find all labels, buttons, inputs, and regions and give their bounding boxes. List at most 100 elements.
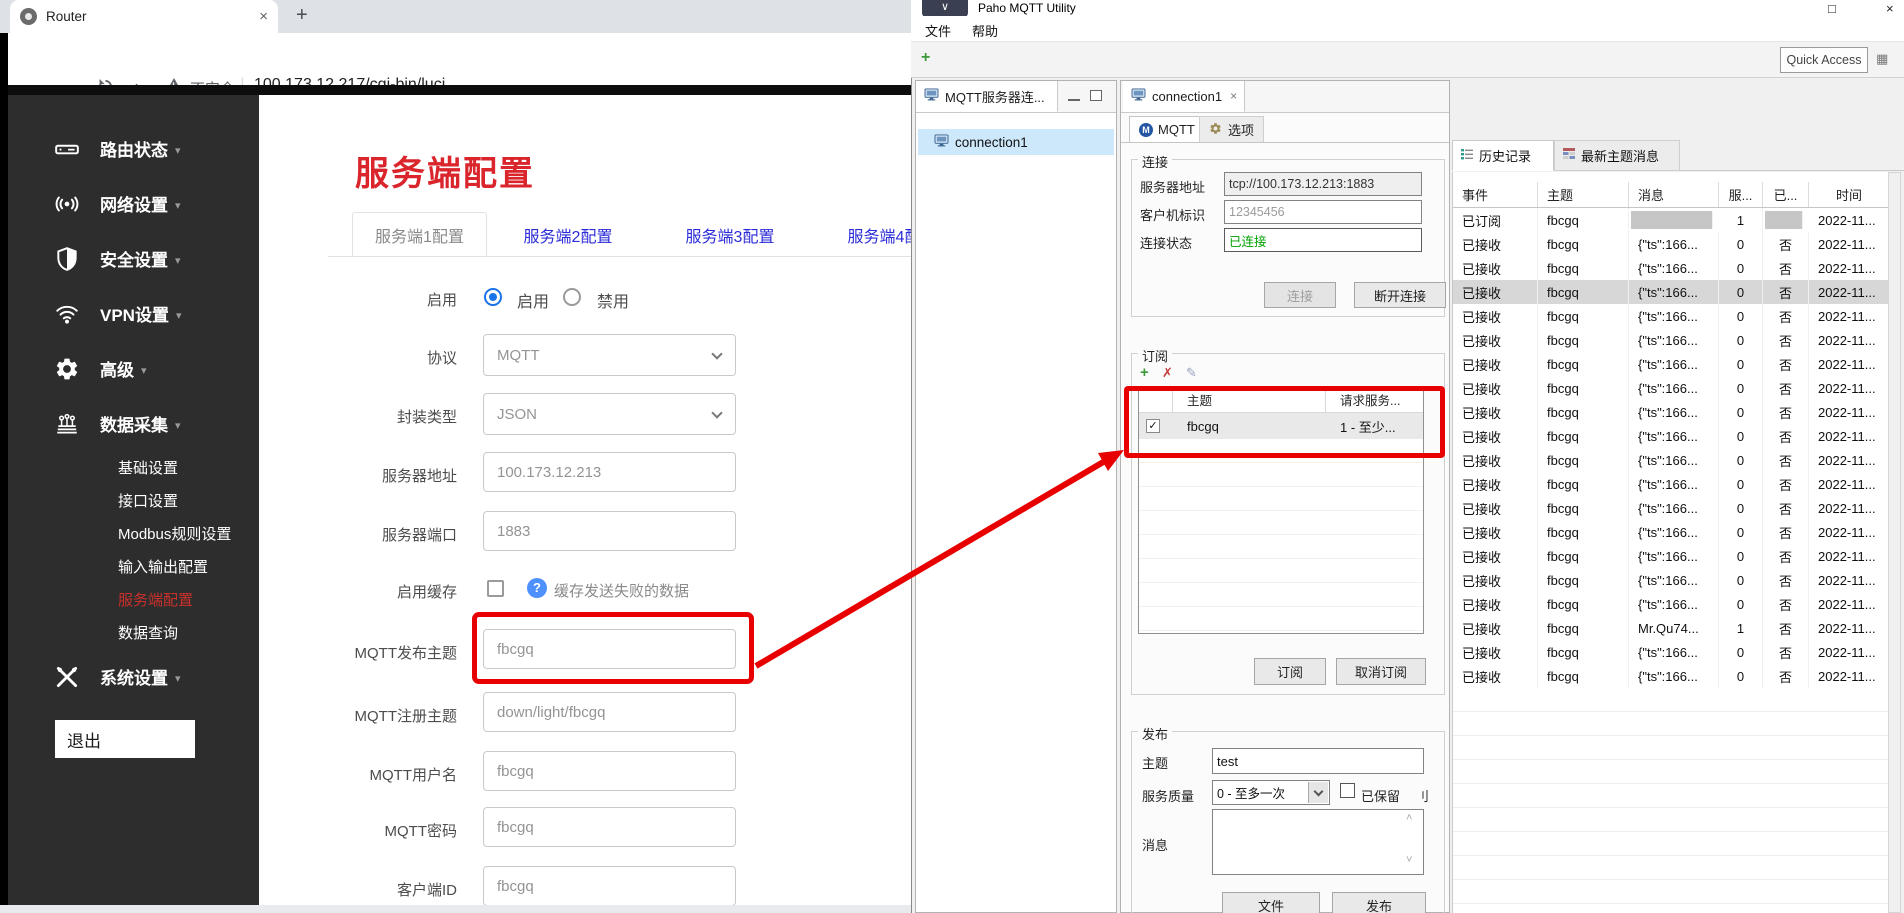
enable-cache-checkbox[interactable] <box>487 580 504 597</box>
disconnect-button[interactable]: 断开连接 <box>1354 282 1446 308</box>
close-window-icon[interactable]: × <box>1886 1 1894 16</box>
history-row-8[interactable]: 已接收fbcgq{"ts":166...0否2022-11... <box>1453 376 1889 400</box>
sidebar-item-advanced[interactable]: 高级▾ <box>8 341 259 396</box>
tab-options[interactable]: 选项 <box>1199 116 1264 143</box>
history-row-14[interactable]: 已接收fbcgq{"ts":166...0否2022-11... <box>1453 520 1889 544</box>
history-col-2[interactable]: 消息 <box>1629 182 1719 207</box>
publish-topic-input[interactable] <box>483 629 736 669</box>
file-button[interactable]: 文件 <box>1222 892 1320 913</box>
close-tab-icon[interactable]: × <box>259 8 268 25</box>
sidebar-item-data-collection[interactable]: 数据采集▾ <box>8 396 259 451</box>
history-col-1[interactable]: 主题 <box>1538 182 1629 207</box>
sidebar-item-network-settings[interactable]: 网络设置▾ <box>8 176 259 231</box>
register-topic-input[interactable] <box>483 692 736 732</box>
history-row-19[interactable]: 已接收fbcgq{"ts":166...0否2022-11... <box>1453 640 1889 664</box>
server-address-input[interactable] <box>483 452 736 492</box>
menu-file[interactable]: 文件 <box>925 21 951 40</box>
add-subscription-icon[interactable]: + <box>1140 364 1149 381</box>
sidebar-item-router-status[interactable]: 路由状态▾ <box>8 121 259 176</box>
history-row-7[interactable]: 已接收fbcgq{"ts":166...0否2022-11... <box>1453 352 1889 376</box>
subscription-table-header[interactable]: 主题 请求服务... <box>1139 387 1423 413</box>
history-row-13[interactable]: 已接收fbcgq{"ts":166...0否2022-11... <box>1453 496 1889 520</box>
tab-mqtt[interactable]: M MQTT <box>1129 116 1205 143</box>
sidebar-item-server-config[interactable]: 服务端配置 <box>8 583 259 616</box>
history-row-20[interactable]: 已接收fbcgq{"ts":166...0否2022-11... <box>1453 664 1889 688</box>
menu-help[interactable]: 帮助 <box>972 21 998 40</box>
maximize-view-icon[interactable] <box>1090 90 1102 101</box>
minimize-view-icon[interactable] <box>1068 97 1080 101</box>
sidebar-item-vpn-settings[interactable]: VPN设置▾ <box>8 286 259 341</box>
connections-view-tab[interactable]: MQTT服务器连... <box>916 81 1058 112</box>
history-row-15[interactable]: 已接收fbcgq{"ts":166...0否2022-11... <box>1453 544 1889 568</box>
sidebar-item-io-config[interactable]: 输入输出配置 <box>8 550 259 583</box>
history-row-18[interactable]: 已接收fbcgqMr.Qu74...1否2022-11... <box>1453 616 1889 640</box>
history-row-5[interactable]: 已接收fbcgq{"ts":166...0否2022-11... <box>1453 304 1889 328</box>
tab-latest-messages[interactable]: 最新主题消息 <box>1554 140 1680 171</box>
client-identifier-input[interactable]: 12345456 <box>1224 200 1422 224</box>
broker-address-input[interactable]: tcp://100.173.12.213:1883 <box>1224 172 1422 196</box>
perspective-icon[interactable]: ▦ <box>1876 51 1888 67</box>
history-row-1[interactable]: 已订阅fbcgq12022-11... <box>1453 208 1889 232</box>
publish-topic-input[interactable]: test <box>1212 748 1424 774</box>
sidebar-item-interface-settings[interactable]: 接口设置 <box>8 484 259 517</box>
sidebar-item-security-settings[interactable]: 安全设置▾ <box>8 231 259 286</box>
history-scrollbar[interactable] <box>1888 172 1901 913</box>
encapsulation-select[interactable]: JSON <box>483 393 736 435</box>
subscription-checkbox[interactable]: ✓ <box>1146 419 1160 433</box>
history-col-3[interactable]: 服... <box>1719 182 1763 207</box>
message-textarea[interactable] <box>1212 809 1424 875</box>
sidebar-item-logout[interactable]: 退出 <box>55 720 195 758</box>
col-topic[interactable]: 主题 <box>1173 387 1326 412</box>
history-row-12[interactable]: 已接收fbcgq{"ts":166...0否2022-11... <box>1453 472 1889 496</box>
history-row-17[interactable]: 已接收fbcgq{"ts":166...0否2022-11... <box>1453 592 1889 616</box>
close-editor-icon[interactable]: × <box>1230 89 1237 103</box>
protocol-select[interactable]: MQTT <box>483 334 736 376</box>
history-col-5[interactable]: 时间 <box>1809 182 1889 207</box>
editor-tab-connection1[interactable]: connection1 × <box>1123 81 1245 112</box>
mqtt-password-input[interactable] <box>483 807 736 847</box>
history-col-0[interactable]: 事件 <box>1453 182 1538 207</box>
history-row-16[interactable]: 已接收fbcgq{"ts":166...0否2022-11... <box>1453 568 1889 592</box>
qos-select[interactable]: 0 - 至多一次 <box>1212 780 1330 805</box>
browser-tab[interactable]: Router × <box>10 0 278 33</box>
publish-button[interactable]: 发布 <box>1332 892 1426 913</box>
delete-subscription-icon[interactable]: ✗ <box>1162 365 1173 381</box>
sidebar-item-system-settings[interactable]: 系统设置▾ <box>8 649 259 704</box>
new-tab-button[interactable]: + <box>296 4 308 27</box>
history-row-6[interactable]: 已接收fbcgq{"ts":166...0否2022-11... <box>1453 328 1889 352</box>
unsubscribe-button[interactable]: 取消订阅 <box>1336 658 1426 685</box>
col-requested-qos[interactable]: 请求服务... <box>1326 387 1423 412</box>
server-port-input[interactable] <box>483 511 736 551</box>
server-tab-4[interactable]: 服务端4配置 <box>811 212 911 257</box>
edit-subscription-icon[interactable]: ✎ <box>1186 365 1197 381</box>
retained-checkbox[interactable] <box>1340 783 1355 798</box>
server-tab-3[interactable]: 服务端3配置 <box>649 212 811 257</box>
sidebar-item-data-query[interactable]: 数据查询 <box>8 616 259 649</box>
enable-on-radio[interactable] <box>484 288 502 306</box>
history-row-2[interactable]: 已接收fbcgq{"ts":166...0否2022-11... <box>1453 232 1889 256</box>
quick-access-box[interactable]: Quick Access <box>1780 47 1868 73</box>
subscription-row[interactable]: ✓ fbcgq 1 - 至少... <box>1139 413 1423 439</box>
connect-button[interactable]: 连接 <box>1264 282 1336 308</box>
server-tab-1[interactable]: 服务端1配置 <box>352 212 487 257</box>
subscribe-button[interactable]: 订阅 <box>1254 658 1326 685</box>
server-tab-2[interactable]: 服务端2配置 <box>487 212 649 257</box>
history-row-11[interactable]: 已接收fbcgq{"ts":166...0否2022-11... <box>1453 448 1889 472</box>
scroll-up-icon[interactable]: ˄ <box>1406 812 1412 824</box>
sidebar-item-modbus-rule-settings[interactable]: Modbus规则设置 <box>8 517 259 550</box>
client-id-input[interactable] <box>483 866 736 906</box>
add-connection-icon[interactable]: + <box>921 49 930 67</box>
scroll-down-icon[interactable]: ˅ <box>1406 854 1412 866</box>
history-row-10[interactable]: 已接收fbcgq{"ts":166...0否2022-11... <box>1453 424 1889 448</box>
mqtt-username-input[interactable] <box>483 751 736 791</box>
enable-off-radio[interactable] <box>563 288 581 306</box>
history-col-4[interactable]: 已... <box>1763 182 1809 207</box>
help-icon[interactable]: ? <box>527 578 547 598</box>
maximize-icon[interactable]: □ <box>1828 1 1836 16</box>
history-row-9[interactable]: 已接收fbcgq{"ts":166...0否2022-11... <box>1453 400 1889 424</box>
history-row-4[interactable]: 已接收fbcgq{"ts":166...0否2022-11... <box>1453 280 1889 304</box>
sidebar-item-basic-settings[interactable]: 基础设置 <box>8 451 259 484</box>
connection-list-item[interactable]: connection1 <box>918 129 1114 155</box>
history-row-3[interactable]: 已接收fbcgq{"ts":166...0否2022-11... <box>1453 256 1889 280</box>
tab-history[interactable]: 历史记录 <box>1452 140 1554 171</box>
